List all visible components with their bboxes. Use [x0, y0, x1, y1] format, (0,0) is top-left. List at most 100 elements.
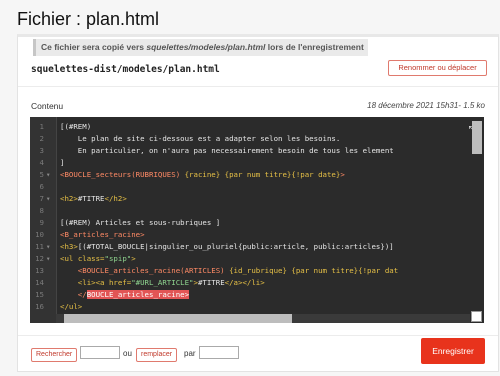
code-text: Le plan de site ci-dessous est a adapter…: [60, 134, 341, 144]
code-text: </ul>: [60, 302, 82, 312]
code-text: <BOUCLE_articles_racine(ARTICLES) {id_ru…: [60, 266, 398, 276]
search-button[interactable]: Rechercher: [31, 348, 78, 362]
code-text: <B_articles_racine>: [60, 230, 145, 240]
line-number: 5: [39, 170, 44, 179]
code-line: 2 Le plan de site ci-dessous est a adapt…: [30, 134, 484, 144]
code-token: </: [60, 290, 87, 299]
code-text: </BOUCLE_articles_racine>: [60, 290, 190, 300]
code-token: >: [131, 254, 136, 263]
line-number: 4: [39, 158, 44, 167]
line-number: 13: [35, 266, 44, 275]
code-editor[interactable]: 1 [(#REM) 2 Le plan de site ci-dessous est…: [30, 117, 484, 323]
code-line: 12 ▾ <ul class="spip">: [30, 254, 484, 264]
save-button[interactable]: Enregistrer: [421, 338, 485, 364]
copy-notice: Ce fichier sera copié vers squelettes/mo…: [33, 39, 368, 56]
line-number: 2: [39, 134, 44, 143]
code-token: [(#TOTAL_BOUCLE|singulier_ou_pluriel{pub…: [77, 242, 394, 251]
fold-arrow-icon[interactable]: ▾: [46, 170, 50, 180]
or-label: ou: [123, 349, 132, 358]
line-number: 3: [39, 146, 44, 155]
code-line: 10 <B_articles_racine>: [30, 230, 484, 240]
code-token: <ul: [60, 254, 78, 263]
code-token: En particulier, on n'aura pas necessaire…: [60, 146, 394, 155]
code-line: 6: [30, 182, 484, 192]
code-text: [(#REM) Articles et sous-rubriques ]: [60, 218, 220, 228]
replace-input[interactable]: [199, 346, 239, 359]
code-text: <BOUCLE_secteurs(RUBRIQUES) {racine} {pa…: [60, 170, 345, 180]
code-text: <ul class="spip">: [60, 254, 136, 264]
code-token: {id_rubrique} {par num titre}{!par dat: [224, 266, 399, 275]
code-token: </h2>: [104, 194, 127, 203]
code-text: ]: [60, 158, 64, 168]
code-line: 13 <BOUCLE_articles_racine(ARTICLES) {id…: [30, 266, 484, 276]
notice-path: squelettes/modeles/plan.html: [146, 42, 266, 52]
code-token: >: [340, 170, 345, 179]
divider: [18, 86, 498, 87]
code-token: Le plan de site ci-dessous est a adapter…: [60, 134, 341, 143]
code-line: 7 ▾ <h2>#TITRE</h2>: [30, 194, 484, 204]
code-token: #TITRE: [197, 278, 225, 287]
code-token: <BOUCLE_articles_racine(ARTICLES): [60, 266, 225, 275]
editor-resize-handle[interactable]: [471, 311, 482, 322]
vertical-scrollbar[interactable]: [472, 121, 482, 154]
line-number: 16: [35, 302, 44, 311]
code-token: <li><a: [60, 278, 109, 287]
line-number: 1: [39, 122, 44, 131]
content-label: Contenu: [31, 101, 64, 111]
code-token: class=: [77, 254, 105, 263]
code-text: <li><a href="#URL_ARTICLE">#TITRE</a></l…: [60, 278, 265, 288]
code-line: 16 </ul>: [30, 302, 484, 312]
line-number: 10: [35, 230, 44, 239]
code-token: <B_articles_racine>: [60, 230, 145, 239]
line-number: 15: [35, 290, 44, 299]
code-token: </a></li>: [224, 278, 265, 287]
search-input[interactable]: [80, 346, 120, 359]
code-token: href=: [108, 278, 132, 287]
fold-arrow-icon[interactable]: ▾: [46, 194, 50, 204]
code-token: "#URL_ARTICLE": [131, 278, 194, 287]
by-label: par: [184, 349, 196, 358]
code-token: #TITRE: [77, 194, 105, 203]
file-path: squelettes-dist/modeles/plan.html: [31, 64, 220, 75]
horizontal-scrollbar[interactable]: [64, 314, 292, 323]
code-token: [(#REM) Articles et sous-rubriques ]: [60, 218, 221, 227]
code-line: 3 En particulier, on n'aura pas necessai…: [30, 146, 484, 156]
code-line: 4]: [30, 158, 484, 168]
code-line: 14 <li><a href="#URL_ARTICLE">#TITRE</a>…: [30, 278, 484, 288]
replace-button[interactable]: remplacer: [136, 348, 178, 362]
page-title: Fichier : plan.html: [17, 9, 160, 29]
code-line: 8: [30, 206, 484, 216]
code-token: <BOUCLE_secteurs(RUBRIQUES): [60, 170, 181, 179]
code-line: 5 ▾ <BOUCLE_secteurs(RUBRIQUES) {racine} {…: [30, 170, 484, 180]
code-token: </ul>: [60, 302, 83, 311]
file-meta: 18 décembre 2021 15h31- 1.5 ko: [367, 101, 485, 110]
code-line: 1 [(#REM): [30, 122, 484, 132]
line-number: 11: [35, 242, 44, 251]
code-line: 11 ▾ <h3>[(#TOTAL_BOUCLE|singulier_ou_plur…: [30, 242, 484, 252]
line-number: 12: [35, 254, 44, 263]
code-token: {racine} {par num titre}{!par date}: [180, 170, 341, 179]
code-text: En particulier, on n'aura pas necessaire…: [60, 146, 394, 156]
code-token: BOUCLE_articles_racine>: [86, 290, 190, 299]
code-line: 15 </BOUCLE_articles_racine>: [30, 290, 484, 300]
code-text: <h2>#TITRE</h2>: [60, 194, 127, 204]
notice-suffix: lors de l'enregistrement: [265, 42, 364, 52]
line-number: 14: [35, 278, 44, 287]
line-number: 7: [39, 194, 44, 203]
code-token: [(#REM): [60, 122, 92, 131]
code-text: [(#REM): [60, 122, 91, 132]
fold-arrow-icon[interactable]: ▾: [46, 254, 50, 264]
line-number: 8: [39, 206, 44, 215]
fold-arrow-icon[interactable]: ▾: [46, 242, 50, 252]
code-text: <h3>[(#TOTAL_BOUCLE|singulier_ou_pluriel…: [60, 242, 394, 252]
divider: [18, 335, 498, 336]
code-token: <h2>: [60, 194, 78, 203]
code-token: <h3>: [60, 242, 78, 251]
line-number: 6: [39, 182, 44, 191]
notice-prefix: Ce fichier sera copié vers: [41, 42, 147, 52]
code-token: ]: [60, 158, 65, 167]
line-number: 9: [39, 218, 44, 227]
code-token: "spip": [104, 254, 132, 263]
file-editor-panel: Ce fichier sera copié vers squelettes/mo…: [17, 34, 499, 372]
rename-button[interactable]: Renommer ou déplacer: [388, 60, 487, 76]
